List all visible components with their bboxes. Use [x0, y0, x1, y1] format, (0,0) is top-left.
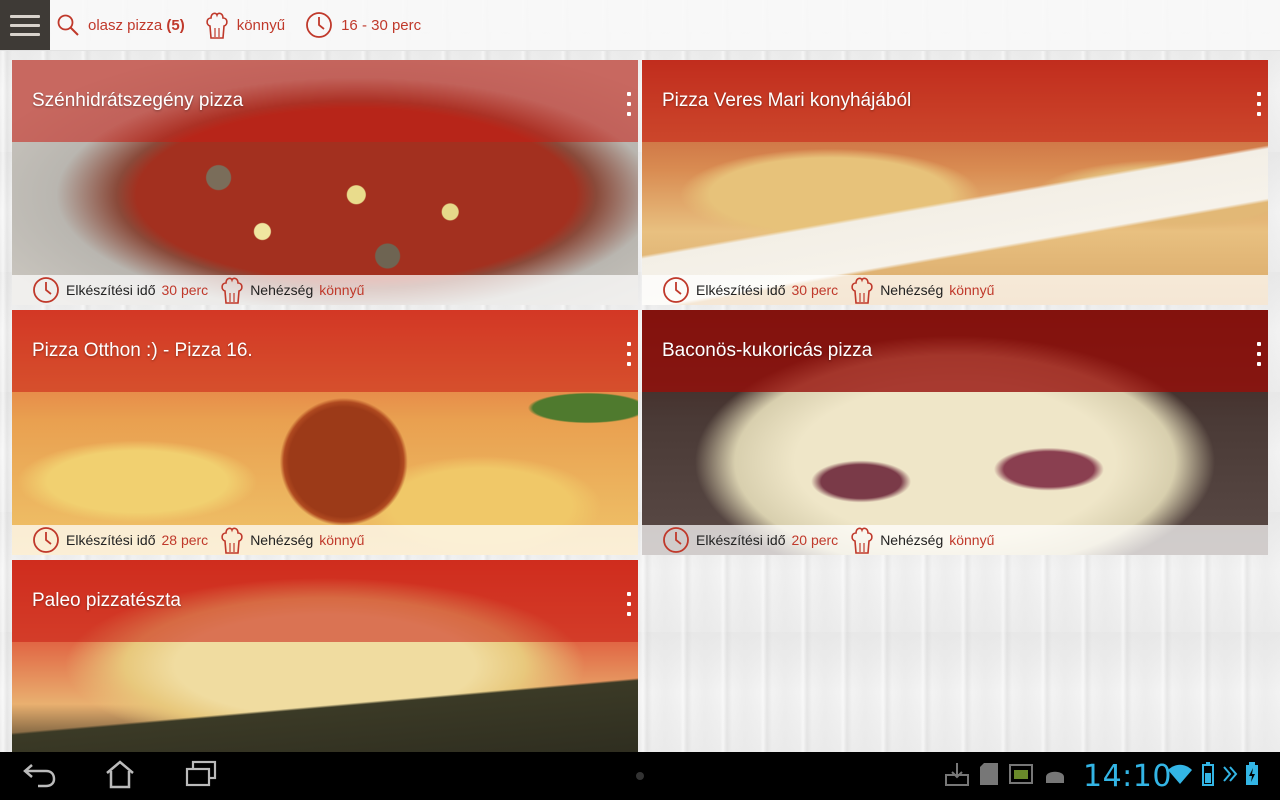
recipe-card[interactable]: Pizza Veres Mari konyhájából Elkészítési…: [642, 60, 1268, 305]
chef-hat-icon: [220, 275, 244, 305]
difficulty-label: Nehézség: [880, 282, 944, 298]
page-indicator: [636, 772, 644, 780]
time-label: Elkészítési idő: [696, 532, 786, 548]
clock-icon: [662, 276, 690, 304]
recipe-title: Pizza Otthon :) - Pizza 16.: [32, 340, 253, 361]
recipe-info: Elkészítési idő 28 perc Nehézség könnyű: [12, 525, 638, 555]
wifi-icon: [1166, 762, 1194, 791]
clock-icon: [305, 11, 341, 39]
search-filter[interactable]: olasz pizza (5): [56, 13, 185, 37]
chef-hat-icon: [850, 275, 874, 305]
overflow-menu-icon[interactable]: [626, 342, 632, 366]
clock: 14:10: [1083, 759, 1172, 794]
sd-card-icon: [978, 761, 1000, 792]
chef-hat-icon: [220, 525, 244, 555]
recipe-title: Paleo pizzatészta: [32, 590, 181, 611]
time-filter[interactable]: 16 - 30 perc: [305, 11, 421, 39]
time-value: 30 perc: [161, 282, 209, 298]
home-button[interactable]: [104, 752, 136, 800]
clock-icon: [32, 276, 60, 304]
difficulty-label: Nehézség: [250, 532, 314, 548]
search-icon: [56, 13, 88, 37]
overflow-menu-icon[interactable]: [1256, 342, 1262, 366]
difficulty-value: könnyű: [319, 282, 365, 298]
result-count: (5): [166, 16, 185, 34]
filter-bar: olasz pizza (5) könnyű 16 - 30 perc: [0, 0, 1280, 51]
difficulty-label: Nehézség: [880, 532, 944, 548]
clock-icon: [662, 526, 690, 554]
recipe-info: Elkészítési idő 20 perc Nehézség könnyű: [642, 525, 1268, 555]
time-label: Elkészítési idő: [66, 532, 156, 548]
recent-apps-button[interactable]: [184, 752, 218, 800]
battery-icon: [1200, 761, 1216, 792]
chef-hat-icon: [850, 525, 874, 555]
recipe-card[interactable]: Szénhidrátszegény pizza Elkészítési idő …: [12, 60, 638, 305]
chef-hat-icon: [205, 10, 237, 40]
difficulty-label: Nehézség: [250, 282, 314, 298]
time-label: Elkészítési idő: [696, 282, 786, 298]
difficulty-filter[interactable]: könnyű: [205, 10, 285, 40]
overflow-menu-icon[interactable]: [626, 592, 632, 616]
recipe-card[interactable]: Paleo pizzatészta: [12, 560, 638, 752]
time-filter-label: 16 - 30 perc: [341, 16, 422, 34]
recipe-title: Szénhidrátszegény pizza: [32, 90, 244, 111]
time-value: 30 perc: [791, 282, 839, 298]
time-value: 28 perc: [161, 532, 209, 548]
search-filter-label: olasz pizza: [88, 16, 163, 34]
forward-icon: [1222, 764, 1238, 789]
recipe-title: Baconös-kukoricás pizza: [662, 340, 873, 361]
overflow-menu-icon[interactable]: [1256, 92, 1262, 116]
hamburger-menu-button[interactable]: [0, 0, 50, 50]
back-button[interactable]: [22, 752, 58, 800]
time-value: 20 perc: [791, 532, 839, 548]
back-icon: [22, 759, 58, 794]
battery-charging-icon: [1244, 761, 1260, 792]
recipe-info: Elkészítési idő 30 perc Nehézség könnyű: [12, 275, 638, 305]
difficulty-filter-label: könnyű: [236, 16, 286, 34]
status-icons: [944, 752, 1068, 800]
difficulty-value: könnyű: [319, 532, 365, 548]
clock-icon: [32, 526, 60, 554]
recipe-info: Elkészítési idő 30 perc Nehézség könnyű: [642, 275, 1268, 305]
download-icon: [944, 761, 970, 792]
time-label: Elkészítési idő: [66, 282, 156, 298]
recipe-title: Pizza Veres Mari konyhájából: [662, 90, 912, 111]
screenshot-icon: [1008, 761, 1034, 792]
android-icon: [1042, 761, 1068, 792]
difficulty-value: könnyű: [949, 532, 995, 548]
recent-apps-icon: [184, 760, 218, 793]
status-icons-right: [1166, 752, 1260, 800]
recipe-card[interactable]: Baconös-kukoricás pizza Elkészítési idő …: [642, 310, 1268, 555]
difficulty-value: könnyű: [949, 282, 995, 298]
recipe-card[interactable]: Pizza Otthon :) - Pizza 16. Elkészítési …: [12, 310, 638, 555]
overflow-menu-icon[interactable]: [626, 92, 632, 116]
home-icon: [104, 759, 136, 794]
